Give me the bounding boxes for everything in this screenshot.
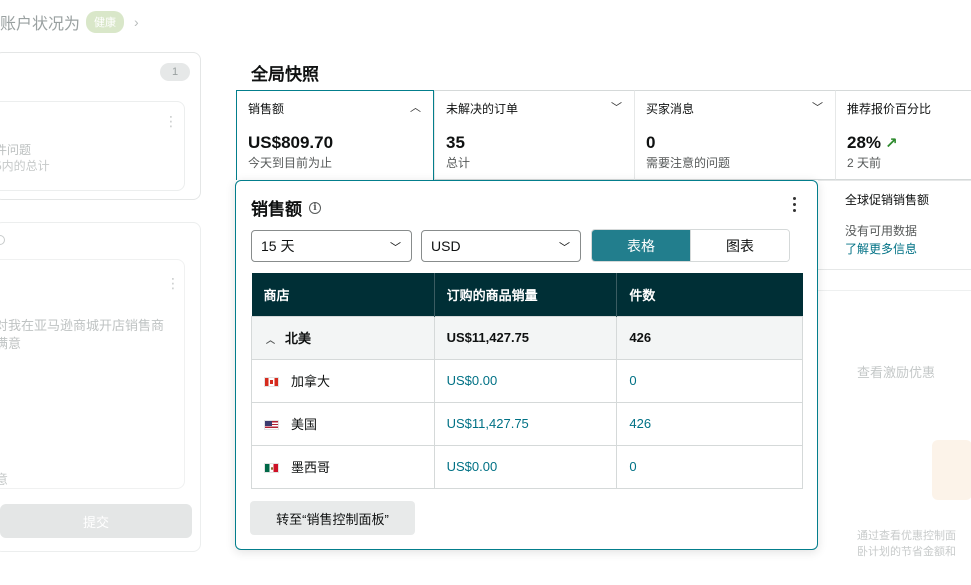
- chevron-down-icon: ﹀: [390, 242, 401, 254]
- feedback-note: 意: [0, 472, 9, 487]
- store-cell: 墨西哥: [251, 444, 435, 489]
- promo-no-data: 没有可用数据: [845, 224, 918, 238]
- more-options-icon[interactable]: ⋮: [164, 113, 178, 130]
- store-cell: 美国: [251, 401, 435, 446]
- metric-value: 28% ↗: [847, 133, 898, 152]
- table-row: 加拿大 US$0.00 0: [251, 358, 803, 403]
- metric-buyer-messages[interactable]: 买家消息 ﹀ 0 需要注意的问题: [634, 90, 835, 180]
- account-status-badge: 健康: [86, 11, 125, 33]
- metric-sub: 总计: [446, 156, 471, 170]
- chevron-right-icon: ›: [134, 14, 139, 30]
- chevron-down-icon[interactable]: ﹀: [611, 99, 622, 115]
- units-cell[interactable]: 0: [616, 358, 803, 403]
- view-toggle: 表格 图表: [591, 229, 790, 262]
- divider: [818, 290, 971, 291]
- column-header-store: 商店: [251, 273, 435, 316]
- currency-select[interactable]: USD ﹀: [421, 230, 581, 262]
- account-status-label: 账户状况为: [0, 16, 81, 33]
- metric-sub: 需要注意的问题: [646, 156, 731, 170]
- table-view-button[interactable]: 表格: [592, 230, 690, 261]
- collapse-caret-icon[interactable]: ︿: [266, 335, 275, 345]
- store-cell: ︿ 北美: [251, 315, 435, 360]
- mexico-flag-icon: [264, 463, 279, 473]
- metric-sales[interactable]: 销售额 ︿ US$809.70 今天到目前为止: [236, 90, 434, 180]
- store-cell: 加拿大: [251, 358, 435, 403]
- info-icon[interactable]: i: [309, 201, 321, 214]
- metric-label: 销售额: [248, 102, 285, 116]
- column-header-sales: 订购的商品销量: [434, 273, 618, 316]
- sales-popover: 销售额 i 15 天 ﹀ USD ﹀ 表格 图表 商店 订购的商品销量 件数 ︿…: [235, 180, 818, 550]
- feedback-inner-card: [0, 259, 185, 489]
- left-card-feedback: ⋮ 对我在亚马逊商城开店销售商 满意 意: [0, 222, 201, 552]
- global-snapshot-title: 全局快照: [251, 65, 319, 84]
- left-card-issues: 1 ⋮ 件问题 5内的总计: [0, 52, 201, 200]
- metric-open-orders[interactable]: 未解决的订单 ﹀ 35 总计: [434, 90, 634, 180]
- issue-subline: 5内的总计: [0, 159, 50, 173]
- promo-title: 全球促销销售额: [845, 193, 930, 207]
- us-flag-icon: [264, 420, 279, 430]
- units-cell[interactable]: 0: [616, 444, 803, 489]
- column-header-units: 件数: [616, 273, 803, 316]
- learn-more-link[interactable]: 了解更多信息: [845, 240, 917, 257]
- metric-sub: 2 天前: [847, 156, 882, 170]
- table-row: 美国 US$11,427.75 426: [251, 401, 803, 446]
- chevron-down-icon: ﹀: [559, 242, 570, 254]
- go-to-sales-dashboard-button[interactable]: 转至“销售控制面板”: [250, 501, 415, 535]
- sales-cell[interactable]: US$0.00: [433, 358, 618, 403]
- issue-line: 件问题: [0, 143, 32, 157]
- feedback-question: 对我在亚马逊商城开店销售商: [0, 318, 165, 333]
- sales-cell[interactable]: US$11,427.75: [433, 401, 618, 446]
- submit-button[interactable]: 提交: [0, 504, 192, 538]
- metric-value: 35: [446, 133, 465, 152]
- metric-value: 0: [646, 133, 656, 152]
- metric-label: 推荐报价百分比: [847, 102, 932, 116]
- date-range-select[interactable]: 15 天 ﹀: [251, 230, 412, 262]
- view-incentives-text: 查看激励优惠: [857, 365, 936, 380]
- promo-illustration: [932, 440, 971, 500]
- table-row-region[interactable]: ︿ 北美 US$11,427.75 426: [251, 315, 803, 360]
- chevron-up-icon[interactable]: ︿: [410, 99, 421, 115]
- more-options-icon[interactable]: [793, 197, 796, 212]
- table-header-row: 商店 订购的商品销量 件数: [251, 273, 803, 316]
- account-status[interactable]: 账户状况为 健康 ›: [0, 10, 139, 34]
- global-promotions-panel: 全球促销销售额 没有可用数据 了解更多信息: [818, 180, 971, 270]
- units-cell[interactable]: 426: [616, 401, 803, 446]
- info-icon: [0, 235, 5, 245]
- issue-count-badge: 1: [160, 63, 190, 81]
- more-options-icon[interactable]: ⋮: [166, 275, 180, 292]
- metric-value: US$809.70: [248, 133, 334, 152]
- sales-table: 商店 订购的商品销量 件数 ︿ 北美 US$11,427.75 426 加拿大 U…: [251, 273, 803, 489]
- sales-cell: US$11,427.75: [433, 315, 618, 360]
- feedback-question-cont: 满意: [0, 336, 22, 351]
- sales-cell[interactable]: US$0.00: [433, 444, 618, 489]
- metric-label: 未解决的订单: [446, 102, 519, 116]
- popover-title: 销售额 i: [251, 195, 321, 220]
- units-cell: 426: [616, 315, 803, 360]
- metric-sub: 今天到目前为止: [248, 156, 333, 170]
- trend-up-icon: ↗: [885, 135, 898, 152]
- canada-flag-icon: [264, 377, 279, 387]
- incentives-description: 通过查看优惠控制面 卧计划的节省金额和: [857, 530, 956, 558]
- table-row: 墨西哥 US$0.00 0: [251, 444, 803, 489]
- chart-view-button[interactable]: 图表: [690, 230, 789, 261]
- chevron-down-icon[interactable]: ﹀: [812, 99, 823, 115]
- metric-featured-offer[interactable]: 推荐报价百分比 28% ↗ 2 天前: [835, 90, 971, 180]
- metric-label: 买家消息: [646, 102, 695, 116]
